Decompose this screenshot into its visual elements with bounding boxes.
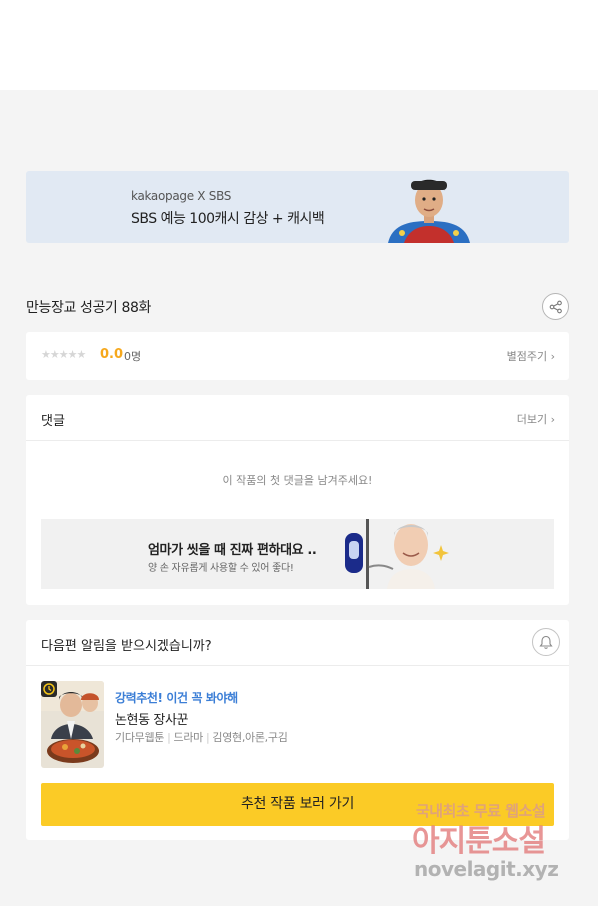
notify-header: 다음편 알림을 받으시겠습니까? (26, 620, 569, 666)
watermark-url: novelagit.xyz (414, 857, 559, 881)
site-watermark: 국내최초 무료 웹소설 아지툰소설 novelagit.xyz (412, 800, 588, 890)
top-blank-area (0, 0, 598, 90)
rating-card: ★★★★★ 0.0 0명 별점주기 › (26, 332, 569, 380)
watermark-logo: 아지툰소설 (412, 824, 546, 859)
promo-banner[interactable]: kakaopage X SBS SBS 예능 100캐시 감상 + 캐시백 (26, 171, 569, 243)
recommend-meta-authors: 김영현,아론,구김 (212, 731, 288, 744)
banner-person-image (388, 179, 470, 243)
meta-divider: | (205, 731, 210, 744)
recommend-title[interactable]: 논현동 장사꾼 (115, 709, 188, 728)
meta-divider: | (167, 731, 171, 744)
share-icon (549, 300, 562, 313)
rate-button[interactable]: 별점주기 › (507, 348, 555, 364)
recommend-meta-genre: 드라마 (173, 731, 204, 744)
comment-ad-banner[interactable]: 엄마가 씻을 때 진짜 편하대요 .. 양 손 자유롭게 사용할 수 있어 좋다… (41, 519, 554, 589)
comments-header: 댓글 더보기 › (26, 395, 569, 441)
rating-stars: ★★★★★ (41, 348, 86, 361)
recommend-meta-type: 기다무웹툰 (115, 731, 165, 744)
comments-empty-message: 이 작품의 첫 댓글을 남겨주세요! (222, 474, 373, 487)
bell-icon (539, 635, 553, 649)
comments-title: 댓글 (41, 414, 65, 429)
banner-brand: kakaopage X SBS (131, 189, 232, 203)
rating-score: 0.0 (100, 347, 124, 362)
comments-more-link[interactable]: 더보기 › (517, 411, 555, 427)
ad-product-image (345, 519, 449, 589)
share-button[interactable] (542, 293, 569, 320)
notify-bell-button[interactable] (532, 628, 560, 656)
notify-question: 다음편 알림을 받으시겠습니까? (41, 639, 212, 654)
comments-card: 댓글 더보기 › 이 작품의 첫 댓글을 남겨주세요! 엄마가 씻을 때 진짜 … (26, 395, 569, 605)
banner-title: SBS 예능 100캐시 감상 + 캐시백 (131, 211, 325, 227)
ad-subtitle: 양 손 자유롭게 사용할 수 있어 좋다! (148, 563, 294, 574)
recommend-tag: 강력추천! 이건 꼭 봐야해 (115, 691, 238, 705)
rating-count: 0명 (124, 350, 142, 363)
ad-title: 엄마가 씻을 때 진짜 편하대요 .. (148, 543, 317, 558)
episode-title: 만능장교 성공기 88화 (26, 300, 151, 316)
recommend-meta: 기다무웹툰 | 드라마 | 김영현,아론,구김 (115, 729, 288, 745)
recommend-thumbnail[interactable] (41, 681, 104, 768)
